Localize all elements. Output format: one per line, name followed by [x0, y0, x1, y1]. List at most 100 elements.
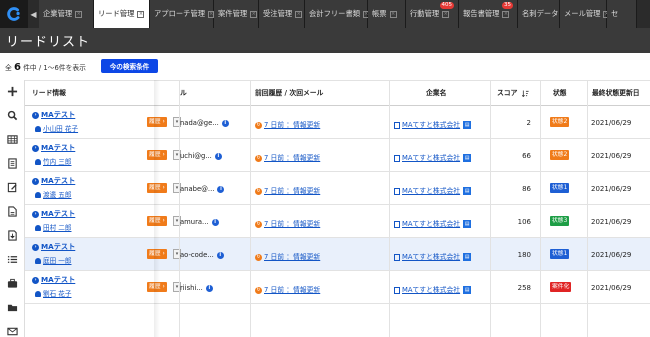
top-navigation-bar: ◀ 企業管理 × リード管理 × アプローチ管理 × 案件管理 × 受注管理 × 会計フリー書類 × 帳… [0, 0, 650, 28]
list-icon[interactable] [6, 157, 19, 170]
lead-name: MAテスト [41, 275, 76, 284]
previous-history-link[interactable]: ↻ 7 日前 ：情報更新 [255, 152, 320, 162]
lead-name-link[interactable]: › MAテスト [32, 143, 75, 153]
column-divider [179, 80, 180, 337]
info-icon[interactable]: i [214, 152, 222, 160]
table-row[interactable]: ›MAテスト田村 二郎履歴 ›▾amura...i↻7 日前 ：情報更新MAてす… [25, 205, 650, 238]
tab-0[interactable]: 企業管理 × [39, 0, 94, 28]
column-status[interactable]: 状態 [553, 81, 578, 106]
company-card-icon[interactable]: ▤ [463, 187, 472, 195]
owner-link[interactable]: 小山田 花子 [35, 123, 78, 133]
info-icon[interactable]: i [217, 185, 225, 193]
column-history[interactable]: 前回履歴 / 次回メール [255, 81, 385, 106]
notification-badge: 35 [502, 2, 513, 9]
folder-icon[interactable] [6, 301, 19, 314]
company-card-icon[interactable]: ▤ [463, 253, 472, 261]
lead-name-link[interactable]: › MAテスト [32, 110, 75, 120]
table-row[interactable]: ›MAテスト庭田 一郎履歴 ›▾ao-code...i↻7 日前 ：情報更新MA… [25, 238, 650, 271]
info-icon[interactable]: i [211, 218, 219, 226]
previous-history-link[interactable]: ↻ 7 日前 ：情報更新 [255, 185, 320, 195]
tab-9[interactable]: 名刺データ× [518, 0, 568, 28]
column-company[interactable]: 企業名 [426, 81, 486, 106]
owner-link[interactable]: 田村 二郎 [35, 222, 71, 232]
table-row[interactable]: ›MAテスト劉石 花子履歴 ›▾riishi...i↻7 日前 ：情報更新MAて… [25, 271, 650, 304]
tab-close-icon[interactable]: × [442, 10, 450, 18]
tab-8[interactable]: 報告書管理 × 35 [459, 0, 518, 28]
company-link[interactable]: MAてすと株式会社 ▤ [394, 152, 472, 162]
previous-history-link[interactable]: ↻ 7 日前 ：情報更新 [255, 284, 320, 294]
checklist-icon[interactable] [6, 253, 19, 266]
tab-11[interactable]: セ [607, 0, 637, 28]
lead-name-link[interactable]: › MAテスト [32, 176, 75, 186]
edit-icon[interactable] [6, 181, 19, 194]
tabs-scroll-left-button[interactable]: ◀ [28, 0, 39, 28]
table-row[interactable]: ›MAテスト小山田 花子履歴 ›▾nada@ge...i↻7 日前 ：情報更新M… [25, 106, 650, 139]
tab-close-icon[interactable]: × [75, 10, 83, 18]
tab-7[interactable]: 行動管理 × 405 [406, 0, 459, 28]
company-link[interactable]: MAてすと株式会社 ▤ [394, 185, 472, 195]
column-mail[interactable]: ル [180, 81, 200, 106]
tab-close-icon[interactable]: × [250, 10, 258, 18]
person-icon [35, 126, 41, 132]
document-icon[interactable] [6, 205, 19, 218]
owner-link[interactable]: 渡邊 五郎 [35, 189, 71, 199]
previous-history-text: 7 日前 ：情報更新 [264, 187, 321, 195]
person-icon [35, 291, 41, 297]
download-icon[interactable] [6, 229, 19, 242]
previous-history-link[interactable]: ↻ 7 日前 ：情報更新 [255, 119, 320, 129]
previous-history-link[interactable]: ↻ 7 日前 ：情報更新 [255, 251, 320, 261]
previous-history-link[interactable]: ↻ 7 日前 ：情報更新 [255, 218, 320, 228]
info-icon[interactable]: i [221, 119, 229, 127]
company-link[interactable]: MAてすと株式会社 ▤ [394, 218, 472, 228]
lead-name: MAテスト [41, 110, 76, 119]
company-card-icon[interactable]: ▤ [463, 121, 472, 129]
tab-close-icon[interactable]: × [502, 10, 510, 18]
status-badge: 状態1 [550, 183, 570, 193]
table-row[interactable]: ›MAテスト渡邊 五郎履歴 ›▾anabe@...i↻7 日前 ：情報更新MAて… [25, 172, 650, 205]
company-card-icon[interactable]: ▤ [463, 154, 472, 162]
tab-4[interactable]: 受注管理 × [259, 0, 305, 28]
company-name: MAてすと株式会社 [402, 121, 461, 129]
lead-name-link[interactable]: › MAテスト [32, 242, 75, 252]
column-lead-info[interactable]: リード情報 [32, 81, 142, 106]
company-link[interactable]: MAてすと株式会社 ▤ [394, 284, 472, 294]
tab-close-icon[interactable]: × [389, 10, 397, 18]
history-icon: ↻ [255, 121, 262, 129]
company-card-icon[interactable]: ▤ [463, 286, 472, 294]
tab-close-icon[interactable]: × [295, 10, 303, 18]
tab-2[interactable]: アプローチ管理 × [150, 0, 215, 28]
app-logo-icon[interactable] [0, 0, 28, 28]
person-icon [35, 225, 41, 231]
company-link[interactable]: MAてすと株式会社 ▤ [394, 119, 472, 129]
search-icon[interactable] [6, 109, 19, 122]
owner-link[interactable]: 劉石 花子 [35, 288, 71, 298]
column-updated[interactable]: 最終状態更新日 [592, 81, 650, 106]
owner-link[interactable]: 庭田 一郎 [35, 255, 71, 265]
history-icon: ↻ [255, 286, 262, 294]
tab-label: 名刺データ [522, 9, 559, 18]
lead-name-link[interactable]: › MAテスト [32, 209, 75, 219]
tab-1[interactable]: リード管理 × [94, 0, 150, 28]
briefcase-icon[interactable] [6, 277, 19, 290]
tab-3[interactable]: 案件管理 × [214, 0, 259, 28]
info-icon[interactable]: i [216, 251, 224, 259]
table-row[interactable]: ›MAテスト竹内 三郎履歴 ›▾uchi@g...i↻7 日前 ：情報更新MAて… [25, 139, 650, 172]
mail-icon[interactable] [6, 325, 19, 337]
company-link[interactable]: MAてすと株式会社 ▤ [394, 251, 472, 261]
current-search-conditions-button[interactable]: 今の検索条件 [101, 59, 158, 73]
person-icon [35, 192, 41, 198]
sort-icon[interactable] [522, 81, 532, 106]
lead-name-link[interactable]: › MAテスト [32, 275, 75, 285]
table-icon[interactable] [6, 133, 19, 146]
owner-link[interactable]: 竹内 三郎 [35, 156, 71, 166]
tab-5[interactable]: 会計フリー書類 × [305, 0, 370, 28]
tab-label: 企業管理 [43, 9, 73, 18]
plus-icon[interactable] [6, 85, 19, 98]
tab-close-icon[interactable]: × [137, 10, 145, 18]
owner-name: 庭田 一郎 [43, 257, 72, 265]
tab-10[interactable]: メール管理× [560, 0, 610, 28]
tab-6[interactable]: 帳票 × [368, 0, 406, 28]
info-icon[interactable]: i [205, 284, 213, 292]
page-title: リードリスト [6, 35, 91, 50]
company-card-icon[interactable]: ▤ [463, 220, 472, 228]
